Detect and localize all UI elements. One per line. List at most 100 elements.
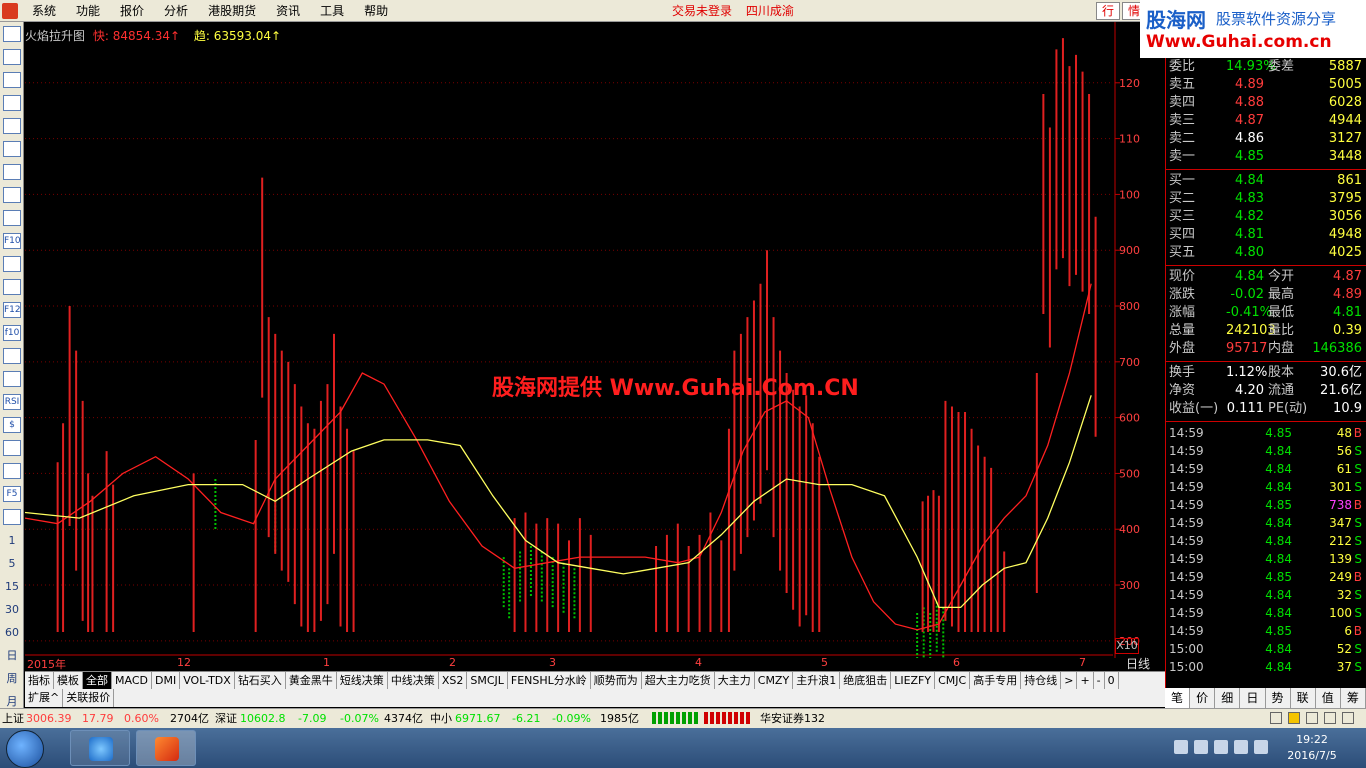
buy-order-row[interactable]: 买四 4.81 4948 [1166, 226, 1366, 244]
period-button-1[interactable]: 5 [3, 557, 21, 573]
indicator-tab-15[interactable]: 大主力 [715, 672, 755, 689]
right-tab-3[interactable]: 日 [1240, 688, 1266, 708]
status-icon-5[interactable] [1342, 712, 1354, 724]
f5-icon[interactable]: F5 [3, 486, 21, 502]
line-chart-icon[interactable] [3, 141, 21, 157]
dollar-icon[interactable]: $ [3, 417, 21, 433]
indicator-tab-17[interactable]: 主升浪1 [793, 672, 841, 689]
expand-tab-0[interactable]: 扩展^ [25, 689, 64, 707]
tick-list[interactable]: 14:59 4.85 48 B 14:59 4.84 56 S 14:59 4.84 61 S 14:5… [1166, 424, 1366, 676]
taskbar-ie-button[interactable] [70, 730, 130, 766]
status-icon-3[interactable] [1306, 712, 1318, 724]
period-button-0[interactable]: 1 [3, 534, 21, 550]
indicator-tab-25[interactable]: - [1094, 672, 1105, 689]
buy-order-row[interactable]: 买三 4.82 3056 [1166, 208, 1366, 226]
circle-icon[interactable] [3, 348, 21, 364]
sell-order-row[interactable]: 卖一 4.85 3448 [1166, 148, 1366, 166]
down-arrow-icon[interactable] [3, 72, 21, 88]
up-arrow-icon[interactable] [3, 49, 21, 65]
indicator-tab-21[interactable]: 高手专用 [970, 672, 1022, 689]
right-tab-4[interactable]: 势 [1266, 688, 1291, 708]
status-icon-2[interactable] [1288, 712, 1300, 724]
buy-order-row[interactable]: 买一 4.84 861 [1166, 172, 1366, 190]
start-button-icon[interactable] [6, 730, 44, 768]
sh-index[interactable]: 3006.39 [26, 709, 72, 728]
buy-order-row[interactable]: 买二 4.83 3795 [1166, 190, 1366, 208]
buy-order-row[interactable]: 买五 4.80 4025 [1166, 244, 1366, 262]
sell-order-row[interactable]: 卖三 4.87 4944 [1166, 112, 1366, 130]
back-icon[interactable] [3, 26, 21, 42]
expand-tab-1[interactable]: 关联报价 [63, 689, 115, 707]
right-tab-5[interactable]: 联 [1291, 688, 1316, 708]
tray-flag-icon[interactable] [1214, 740, 1228, 754]
tray-volume-icon[interactable] [1254, 740, 1268, 754]
tray-arrow-icon[interactable] [1174, 740, 1188, 754]
indicator-tab-13[interactable]: 顺势而为 [591, 672, 642, 689]
sell-order-row[interactable]: 卖四 4.88 6028 [1166, 94, 1366, 112]
f10-icon[interactable]: F10 [3, 233, 21, 249]
right-tab-0[interactable]: 笔 [1165, 688, 1191, 708]
indicator-tab-20[interactable]: CMJC [935, 672, 971, 689]
sz-index[interactable]: 10602.8 [240, 709, 286, 728]
rsi-icon[interactable]: RSI [3, 394, 21, 410]
sell-order-row[interactable]: 卖五 4.89 5005 [1166, 76, 1366, 94]
period-button-3[interactable]: 30 [3, 603, 21, 619]
status-icon-4[interactable] [1324, 712, 1336, 724]
indicator-tab-4[interactable]: DMI [152, 672, 181, 689]
grid-icon[interactable] [3, 118, 21, 134]
right-tab-2[interactable]: 细 [1215, 688, 1241, 708]
window-icon[interactable] [3, 279, 21, 295]
login-status[interactable]: 交易未登录 [672, 4, 732, 18]
indicator-tab-19[interactable]: LIEZFY [891, 672, 936, 689]
indicator-tab-22[interactable]: 持仓线 [1021, 672, 1062, 689]
indicator-tab-3[interactable]: MACD [112, 672, 152, 689]
menu-item-7[interactable]: 帮助 [354, 0, 398, 22]
list-icon[interactable] [3, 187, 21, 203]
indicator-tab-16[interactable]: CMZY [755, 672, 794, 689]
indicator-tab-12[interactable]: FENSHL分水岭 [508, 672, 591, 689]
right-tab-1[interactable]: 价 [1190, 688, 1216, 708]
switch-icon[interactable] [3, 509, 21, 525]
menu-item-2[interactable]: 报价 [110, 0, 154, 22]
indicator-tab-18[interactable]: 绝底狙击 [840, 672, 892, 689]
menu-item-3[interactable]: 分析 [154, 0, 198, 22]
right-tab-7[interactable]: 筹 [1341, 688, 1366, 708]
period-button-4[interactable]: 60 [3, 626, 21, 642]
indicator-tab-10[interactable]: XS2 [439, 672, 468, 689]
indicator-tab-26[interactable]: 0 [1105, 672, 1119, 689]
lock-icon[interactable] [3, 256, 21, 272]
indicator-tab-6[interactable]: 钻石买入 [235, 672, 286, 689]
indicator-tab-14[interactable]: 超大主力吃货 [642, 672, 715, 689]
indicator-tab-7[interactable]: 黄金黑牛 [286, 672, 337, 689]
taskbar-app-button[interactable] [136, 730, 196, 766]
flame-chart[interactable]: 2000300040005000600070008000900010000110… [25, 22, 1140, 658]
wave-icon[interactable] [3, 371, 21, 387]
menu-item-0[interactable]: 系统 [22, 0, 66, 22]
menu-item-4[interactable]: 港股期货 [198, 0, 266, 22]
f12-icon[interactable]: F12 [3, 302, 21, 318]
indicator-tab-5[interactable]: VOL-TDX [180, 672, 235, 689]
indicator-tab-9[interactable]: 中线决策 [388, 672, 439, 689]
menu-item-1[interactable]: 功能 [66, 0, 110, 22]
f10b-icon[interactable]: f10 [3, 325, 21, 341]
period-button-6[interactable]: 周 [3, 672, 21, 688]
sell-order-row[interactable]: 卖二 4.86 3127 [1166, 130, 1366, 148]
indicator-tab-2[interactable]: 全部 [83, 672, 112, 689]
doc-icon[interactable] [3, 210, 21, 226]
kline-icon[interactable] [3, 164, 21, 180]
status-icon-1[interactable] [1270, 712, 1282, 724]
period-button-5[interactable]: 日 [3, 649, 21, 665]
tile-icon[interactable] [3, 95, 21, 111]
indicator-tab-8[interactable]: 短线决策 [337, 672, 388, 689]
period-label[interactable]: 日线 [1126, 655, 1150, 672]
indicator-tab-11[interactable]: SMCJL [467, 672, 508, 689]
tab-hang[interactable]: 行 [1096, 2, 1121, 20]
menu-item-5[interactable]: 资讯 [266, 0, 310, 22]
indicator-tab-23[interactable]: > [1061, 672, 1078, 689]
indicator-tab-1[interactable]: 模板 [54, 672, 83, 689]
clock[interactable]: 19:22 2016/7/5 [1282, 732, 1342, 764]
period-button-2[interactable]: 15 [3, 580, 21, 596]
tray-network-icon[interactable] [1234, 740, 1248, 754]
indicator-tab-0[interactable]: 指标 [25, 672, 54, 689]
move-icon[interactable] [3, 440, 21, 456]
